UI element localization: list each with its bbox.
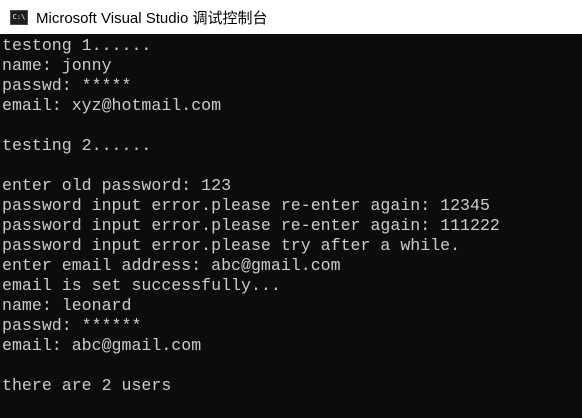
console-app-icon-text: C:\ (12, 12, 26, 21)
console-line: there are 2 users (2, 376, 172, 395)
console-window: C:\ Microsoft Visual Studio 调试控制台 teston… (0, 0, 582, 418)
console-line: email: abc@gmail.com (2, 336, 202, 355)
console-line: testing 2...... (2, 136, 152, 155)
console-line: email: xyz@hotmail.com (2, 96, 222, 115)
console-line: testong 1...... (2, 36, 152, 55)
console-app-icon: C:\ (10, 9, 28, 25)
console-line: enter email address: abc@gmail.com (2, 256, 341, 275)
console-line: password input error.please try after a … (2, 236, 461, 255)
console-line: password input error.please re-enter aga… (2, 196, 490, 215)
console-line: name: jonny (2, 56, 112, 75)
console-line: email is set successfully... (2, 276, 281, 295)
console-line: passwd: ***** (2, 76, 132, 95)
console-line: enter old password: 123 (2, 176, 232, 195)
window-title: Microsoft Visual Studio 调试控制台 (36, 9, 268, 27)
console-line: name: leonard (2, 296, 132, 315)
console-line: password input error.please re-enter aga… (2, 216, 500, 235)
console-output[interactable]: testong 1...... name: jonny passwd: ****… (0, 36, 582, 418)
console-line: passwd: ****** (2, 316, 142, 335)
title-bar[interactable]: C:\ Microsoft Visual Studio 调试控制台 (0, 0, 582, 34)
